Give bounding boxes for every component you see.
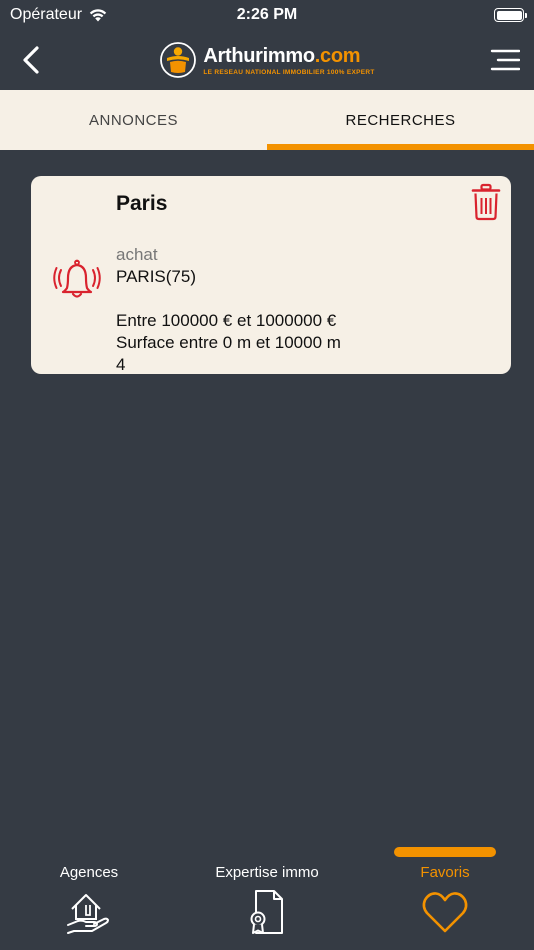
nav-expertise-label: Expertise immo (215, 864, 319, 881)
nav-favoris-label: Favoris (420, 864, 470, 881)
certified-document-icon (250, 890, 283, 934)
wifi-icon (89, 9, 107, 22)
chevron-left-icon (23, 46, 39, 74)
tab-recherches[interactable]: RECHERCHES (267, 90, 534, 150)
nav-agences[interactable]: Agences (0, 840, 178, 950)
saved-search-card[interactable]: Paris achat PARIS(75) Entre 100000 € et … (31, 176, 511, 374)
app-header: Arthurimmo.com LE RESEAU NATIONAL IMMOBI… (0, 30, 534, 90)
menu-button[interactable] (490, 48, 521, 72)
tab-bar: ANNONCES RECHERCHES (0, 90, 534, 150)
alert-bell-button[interactable] (53, 258, 101, 300)
search-location: PARIS(75) (116, 267, 196, 286)
logo-name: Arthurimmo (203, 44, 315, 67)
search-details: achat PARIS(75) Entre 100000 € et 100000… (116, 244, 341, 376)
nav-expertise-immo[interactable]: Expertise immo (178, 840, 356, 950)
logo-domain: .com (314, 44, 361, 67)
battery-icon (494, 8, 527, 22)
delete-button[interactable] (471, 183, 501, 221)
nav-favoris[interactable]: Favoris (356, 840, 534, 950)
bell-ringing-icon (53, 259, 101, 298)
price-range: Entre 100000 € et 1000000 € (116, 311, 337, 330)
surface-range: Surface entre 0 m et 10000 m (116, 333, 341, 352)
heart-icon (422, 892, 468, 933)
logo-tagline: LE RESEAU NATIONAL IMMOBILIER 100% EXPER… (203, 68, 375, 76)
nav-agences-label: Agences (59, 864, 119, 881)
search-title: Paris (116, 192, 168, 215)
hamburger-menu-icon (490, 49, 521, 71)
trash-icon (471, 183, 501, 221)
arthurimmo-mascot-icon (160, 42, 197, 78)
status-left: Opérateur (10, 6, 108, 24)
agency-house-icon (67, 894, 109, 934)
back-button[interactable] (16, 44, 46, 76)
carrier-label: Opérateur (10, 6, 83, 23)
nav-active-indicator (394, 847, 496, 857)
brand-logo: Arthurimmo.com LE RESEAU NATIONAL IMMOBI… (159, 41, 374, 79)
tab-annonces[interactable]: ANNONCES (0, 90, 267, 150)
surface-exponent: 4 (116, 355, 126, 374)
status-bar: Opérateur 2:26 PM (0, 0, 534, 30)
bottom-navigation: Agences Expertise immo Favoris (0, 840, 534, 950)
transaction-type: achat (116, 245, 158, 264)
